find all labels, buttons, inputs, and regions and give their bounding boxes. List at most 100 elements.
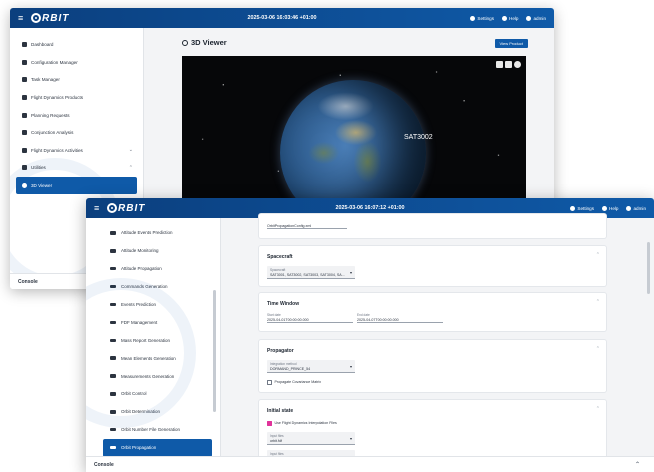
sidebar-item-attitude-events-prediction[interactable]: Attitude Events Prediction xyxy=(86,224,220,242)
chevron-up-icon[interactable]: ⌃ xyxy=(635,461,640,468)
chevron-down-icon: ⌄ xyxy=(128,147,133,154)
input-file-label-1: Input files xyxy=(270,434,284,438)
initial-state-title: Initial state xyxy=(267,408,294,414)
satellite-label[interactable]: SAT3002 xyxy=(404,134,433,141)
propagate-covariance-checkbox[interactable]: Propagate Covariance Matrix xyxy=(267,380,321,385)
sidebar-item-label: 3D Viewer xyxy=(31,183,53,189)
logo-o-icon xyxy=(31,13,41,23)
input-file-select-1[interactable]: Input files orbit.fdf ▾ xyxy=(267,432,355,445)
menu-icon[interactable]: ≡ xyxy=(18,13,28,23)
layers-icon[interactable] xyxy=(505,61,512,68)
settings-label: Settings xyxy=(477,15,495,21)
earth-globe[interactable] xyxy=(280,80,426,216)
user-button[interactable]: admin xyxy=(626,205,646,211)
end-date-field[interactable]: End date 2025-04-07T00:00:00.000 xyxy=(357,313,443,323)
sidebar-item-label: Dashboard xyxy=(31,42,54,48)
chevron-up-icon[interactable]: ⌃ xyxy=(596,346,600,352)
help-button[interactable]: Help xyxy=(602,205,618,211)
app-logo[interactable]: RBIT xyxy=(107,203,145,214)
console-panel-toggle[interactable]: Console ⌃ xyxy=(86,456,654,472)
sidebar-item-conjunction-analysis[interactable]: Conjunction Analysis xyxy=(10,124,143,142)
top-bar: ≡ RBIT 2025-03-06 16:03:46 +01:00 Settin… xyxy=(10,8,554,28)
use-interpolation-files-checkbox[interactable]: Use Flight Dynamics Interpolation Files xyxy=(267,421,337,426)
calendar-icon xyxy=(22,147,27,153)
view-product-button[interactable]: View Product xyxy=(494,39,528,48)
checkbox-checked[interactable] xyxy=(267,421,272,426)
start-date-label: Start date xyxy=(267,313,281,317)
item-icon xyxy=(110,445,116,450)
start-date-field[interactable]: Start date 2025-04-01T00:00:00.000 xyxy=(267,313,353,323)
sidebar-item-orbit-propagation[interactable]: Orbit Propagation xyxy=(103,438,212,456)
settings-label: Settings xyxy=(577,205,595,211)
time-window-title: Time Window xyxy=(267,301,300,307)
sidebar-item-label: Attitude Events Prediction xyxy=(121,230,173,236)
user-button[interactable]: admin xyxy=(526,15,546,21)
sidebar-item-dashboard[interactable]: Dashboard xyxy=(10,36,143,54)
chevron-up-icon[interactable]: ⌃ xyxy=(596,299,600,305)
sidebar-item-planning-requests[interactable]: Planning Requests xyxy=(10,106,143,124)
help-button[interactable]: Help xyxy=(502,15,519,21)
viewer-toolbar xyxy=(496,61,521,68)
chevron-up-icon: ⌃ xyxy=(128,164,133,171)
help-icon[interactable] xyxy=(514,61,521,68)
header-actions: Settings Help admin xyxy=(570,205,646,211)
sidebar-item-label: Flight Dynamics Products xyxy=(31,95,84,101)
screenshot-stage: ≡ RBIT 2025-03-06 16:03:46 +01:00 Settin… xyxy=(0,0,654,472)
item-icon xyxy=(110,427,116,432)
chevron-up-icon[interactable]: ⌃ xyxy=(596,406,600,412)
search-icon[interactable] xyxy=(496,61,503,68)
help-label: Help xyxy=(509,15,519,21)
sidebar-item-utilities[interactable]: Utilities ⌃ xyxy=(10,159,143,177)
integration-method-select[interactable]: Integration method DORMAND_PRINCE_54 ▾ xyxy=(267,360,355,373)
sidebar-item-flight-dynamics-activities[interactable]: Flight Dynamics Activities ⌄ xyxy=(10,142,143,160)
page-title: 3D Viewer xyxy=(182,38,227,47)
sidebar-item-task-manager[interactable]: Task Manager xyxy=(10,71,143,89)
sidebar-item-attitude-monitoring[interactable]: Attitude Monitoring xyxy=(86,242,220,260)
spacecraft-card: Spacecraft ⌃ Spacecraft SAT3001, SAT3002… xyxy=(259,246,606,286)
item-icon xyxy=(110,231,116,235)
sidebar-item-3d-viewer[interactable]: 3D Viewer xyxy=(16,176,137,195)
logo-o-icon xyxy=(107,203,117,213)
sidebar-scrollbar[interactable] xyxy=(213,290,216,412)
sidebar-item-label: Orbit Number File Generation xyxy=(121,427,181,433)
config-file-value: OrbitPropagationConfig.xml xyxy=(267,224,312,228)
sliders-icon xyxy=(22,59,27,65)
start-date-value: 2025-04-01T00:00:00.000 xyxy=(267,318,309,322)
spacecraft-title: Spacecraft xyxy=(267,254,293,260)
app-logo-text: RBIT xyxy=(42,12,70,24)
sidebar-item-configuration-manager[interactable]: Configuration Manager xyxy=(10,54,143,72)
input-file-value-1: orbit.fdf xyxy=(270,439,282,443)
chevron-up-icon[interactable]: ⌃ xyxy=(596,252,600,258)
propagator-card: Propagator ⌃ Integration method DORMAND_… xyxy=(259,340,606,392)
menu-icon[interactable]: ≡ xyxy=(94,203,104,213)
sidebar-item-flight-dynamics-products[interactable]: Flight Dynamics Products xyxy=(10,89,143,107)
time-window-card: Time Window ⌃ Start date 2025-04-01T00:0… xyxy=(259,293,606,331)
header-clock: 2025-03-06 16:03:46 +01:00 xyxy=(247,15,317,21)
settings-button[interactable]: Settings xyxy=(570,205,595,211)
sidebar-item-label: Attitude Propagation xyxy=(121,266,162,272)
sidebar-nav: Dashboard Configuration Manager Task Man… xyxy=(10,28,143,195)
console-label: Console xyxy=(94,462,114,468)
help-icon xyxy=(502,15,508,21)
globe-icon xyxy=(182,39,188,46)
config-file-field[interactable]: OrbitPropagationConfig.xml xyxy=(267,223,347,229)
item-icon xyxy=(110,266,116,271)
settings-button[interactable]: Settings xyxy=(470,15,495,21)
sidebar-item-attitude-propagation[interactable]: Attitude Propagation xyxy=(86,260,220,278)
spacecraft-select[interactable]: Spacecraft SAT3001, SAT3002, SAT3003, SA… xyxy=(267,266,355,279)
propagator-title: Propagator xyxy=(267,348,294,354)
integration-method-label: Integration method xyxy=(270,362,297,366)
page-scrollbar[interactable] xyxy=(647,242,650,294)
sidebar-item-label: Attitude Monitoring xyxy=(121,248,159,254)
clock-icon xyxy=(22,112,27,118)
3d-viewer-canvas[interactable]: SAT3002 xyxy=(182,56,526,216)
user-label: admin xyxy=(633,205,646,211)
globe-icon xyxy=(22,183,27,189)
propagate-covariance-label: Propagate Covariance Matrix xyxy=(274,380,322,385)
sidebar-item-label: Utilities xyxy=(31,165,46,171)
dropdown-arrow-icon: ▾ xyxy=(349,270,352,275)
sidebar-item-label: Orbit Propagation xyxy=(121,445,157,451)
home-icon xyxy=(22,42,27,48)
app-logo[interactable]: RBIT xyxy=(31,13,69,24)
checkbox-box[interactable] xyxy=(267,380,272,385)
